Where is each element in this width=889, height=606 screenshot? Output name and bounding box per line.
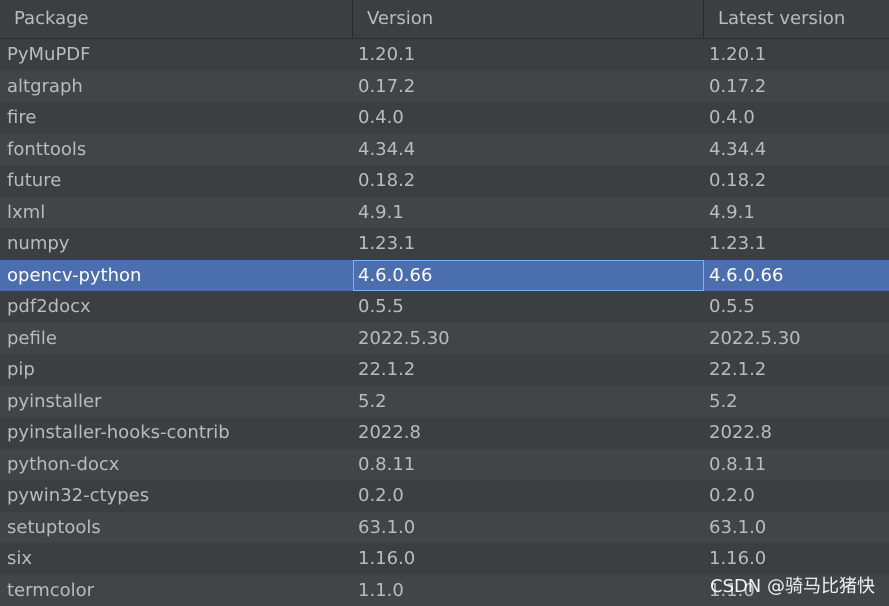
latest-version-cell: 1.23.1	[709, 233, 767, 254]
latest-version-cell: 0.17.2	[709, 75, 767, 97]
version-cell[interactable]: 22.1.2	[353, 354, 704, 386]
package-name-cell: python-docx	[7, 453, 120, 475]
latest-version-cell: 0.8.11	[709, 453, 767, 475]
version-cell[interactable]: 4.9.1	[353, 197, 704, 229]
table-header: Package Version Latest version	[0, 0, 889, 39]
latest-version-cell: 22.1.2	[709, 359, 767, 380]
package-name-cell: fire	[7, 107, 37, 128]
table-row[interactable]: numpy 1.23.1 1.23.1	[0, 228, 889, 260]
package-name-cell: altgraph	[7, 75, 83, 97]
version-cell[interactable]: 1.1.0	[353, 575, 704, 606]
table-row[interactable]: setuptools 63.1.0 63.1.0	[0, 511, 889, 544]
version-cell[interactable]: 0.18.2	[353, 165, 704, 197]
column-header-package[interactable]: Package	[0, 0, 353, 38]
package-name-cell: six	[7, 548, 33, 569]
table-row[interactable]: pefile 2022.5.30 2022.5.30	[0, 322, 889, 355]
table-row[interactable]: termcolor 1.1.0 1.1.0	[0, 574, 889, 606]
version-cell[interactable]: 5.2	[353, 386, 704, 418]
table-row[interactable]: fonttools 4.34.4 4.34.4	[0, 133, 889, 166]
latest-version-cell: 5.2	[709, 390, 738, 412]
table-row[interactable]: opencv-python 4.6.0.66 4.6.0.66	[0, 259, 889, 291]
table-row[interactable]: pyinstaller 5.2 5.2	[0, 385, 889, 418]
package-name-cell: numpy	[7, 233, 70, 254]
latest-version-cell: 4.9.1	[709, 201, 755, 223]
version-cell[interactable]: 2022.5.30	[353, 323, 704, 355]
latest-version-cell: 2022.5.30	[709, 327, 801, 349]
version-cell[interactable]: 1.23.1	[353, 228, 704, 260]
latest-version-cell: 0.5.5	[709, 296, 755, 317]
version-cell[interactable]: 4.6.0.66	[353, 259, 704, 291]
table-row[interactable]: PyMuPDF 1.20.1 1.20.1	[0, 39, 889, 71]
table-row[interactable]: pdf2docx 0.5.5 0.5.5	[0, 291, 889, 323]
package-name-cell: fonttools	[7, 138, 87, 160]
table-row[interactable]: pyinstaller-hooks-contrib 2022.8 2022.8	[0, 417, 889, 449]
table-row[interactable]: fire 0.4.0 0.4.0	[0, 102, 889, 134]
version-cell[interactable]: 0.2.0	[353, 480, 704, 512]
version-cell[interactable]: 2022.8	[353, 417, 704, 449]
package-name-cell: pyinstaller	[7, 390, 102, 412]
version-cell[interactable]: 1.16.0	[353, 543, 704, 575]
version-cell[interactable]: 0.8.11	[353, 449, 704, 481]
latest-version-cell: 0.18.2	[709, 170, 767, 191]
package-name-cell: setuptools	[7, 516, 101, 538]
version-cell[interactable]: 1.20.1	[353, 39, 704, 71]
latest-version-cell: 1.20.1	[709, 44, 767, 65]
table-row[interactable]: pywin32-ctypes 0.2.0 0.2.0	[0, 480, 889, 512]
version-cell[interactable]: 4.34.4	[353, 134, 704, 166]
package-name-cell: pywin32-ctypes	[7, 485, 150, 506]
packages-table: Package Version Latest version PyMuPDF 1.…	[0, 0, 889, 606]
table-row[interactable]: python-docx 0.8.11 0.8.11	[0, 448, 889, 481]
latest-version-cell: 0.2.0	[709, 485, 755, 506]
latest-version-cell: 0.4.0	[709, 107, 755, 128]
latest-version-cell: 63.1.0	[709, 516, 767, 538]
column-header-latest-version[interactable]: Latest version	[704, 0, 889, 38]
package-name-cell: pdf2docx	[7, 296, 91, 317]
table-row[interactable]: future 0.18.2 0.18.2	[0, 165, 889, 197]
latest-version-cell: 1.1.0	[709, 579, 755, 601]
table-row[interactable]: pip 22.1.2 22.1.2	[0, 354, 889, 386]
version-cell[interactable]: 63.1.0	[353, 512, 704, 544]
package-name-cell: termcolor	[7, 579, 95, 601]
latest-version-cell: 1.16.0	[709, 548, 767, 569]
latest-version-cell: 4.6.0.66	[709, 264, 784, 286]
package-name-cell: lxml	[7, 201, 46, 223]
version-cell[interactable]: 0.4.0	[353, 102, 704, 134]
package-name-cell: future	[7, 170, 62, 191]
latest-version-cell: 2022.8	[709, 422, 772, 443]
version-cell[interactable]: 0.5.5	[353, 291, 704, 323]
latest-version-cell: 4.34.4	[709, 138, 767, 160]
table-row[interactable]: lxml 4.9.1 4.9.1	[0, 196, 889, 229]
column-header-version[interactable]: Version	[353, 0, 704, 38]
package-name-cell: pefile	[7, 327, 57, 349]
table-body: PyMuPDF 1.20.1 1.20.1 altgraph 0.17.2 0.17.2 f…	[0, 39, 889, 606]
table-row[interactable]: altgraph 0.17.2 0.17.2	[0, 70, 889, 103]
version-cell[interactable]: 0.17.2	[353, 71, 704, 103]
table-row[interactable]: six 1.16.0 1.16.0	[0, 543, 889, 575]
package-name-cell: pyinstaller-hooks-contrib	[7, 422, 230, 443]
package-name-cell: PyMuPDF	[7, 44, 91, 65]
package-name-cell: pip	[7, 359, 35, 380]
package-name-cell: opencv-python	[7, 264, 142, 286]
